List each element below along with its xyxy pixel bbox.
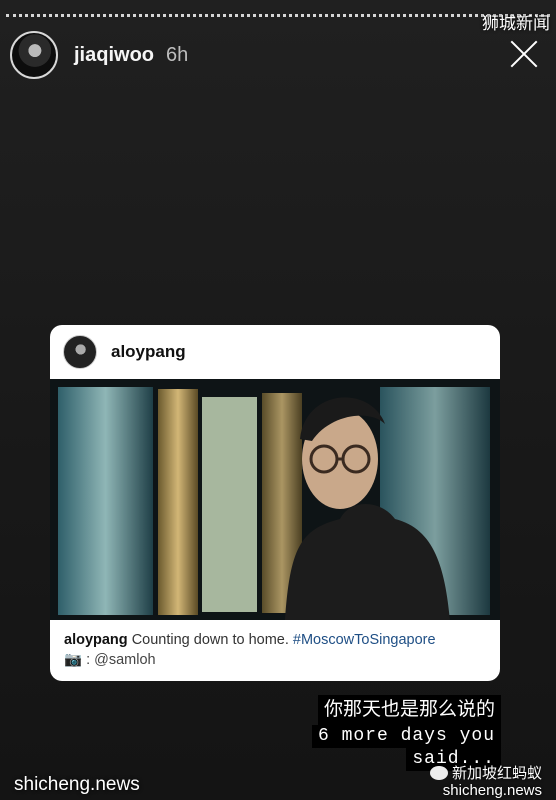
shared-post-card[interactable]: aloypang aloypang Counting down to home.… [50,325,500,681]
post-caption: aloypang Counting down to home. #MoscowT… [64,630,490,670]
post-avatar[interactable] [63,335,97,369]
caption-hashtag[interactable]: #MoscowToSingapore [293,632,436,648]
post-photo[interactable] [50,379,500,620]
photo-credit-text[interactable]: : @samloh [82,652,156,668]
post-username[interactable]: aloypang [111,342,186,362]
story-header: jiaqiwoo 6h [10,30,188,80]
top-watermark: 狮城新闻 [482,14,550,33]
story-viewer: 狮城新闻 jiaqiwoo 6h aloypang aloypang Count… [0,0,556,800]
sticker-line-1: 6 more days you [311,725,501,748]
watermark-right: 新加坡红蚂蚁 shicheng.news [429,765,542,799]
caption-username[interactable]: aloypang [64,632,128,648]
sticker-line-cn: 你那天也是那么说的 [317,695,501,725]
watermark-site: shicheng.news [442,782,542,799]
text-sticker: 你那天也是那么说的 6 more days you said... [311,695,501,771]
close-icon[interactable] [510,40,538,68]
caption-text: Counting down to home. [131,632,289,648]
watermark-left: shicheng.news [14,774,140,795]
avatar[interactable] [10,31,58,79]
story-timestamp: 6h [166,43,189,66]
photo-illustration [50,379,500,620]
post-header: aloypang [50,325,500,379]
story-progress-bar [6,14,550,20]
story-username[interactable]: jiaqiwoo [74,44,154,67]
wechat-icon [429,766,448,780]
photo-credit: 📷 : @samloh [64,650,490,670]
camera-icon: 📷 [64,652,83,668]
watermark-brand: 新加坡红蚂蚁 [451,765,542,782]
